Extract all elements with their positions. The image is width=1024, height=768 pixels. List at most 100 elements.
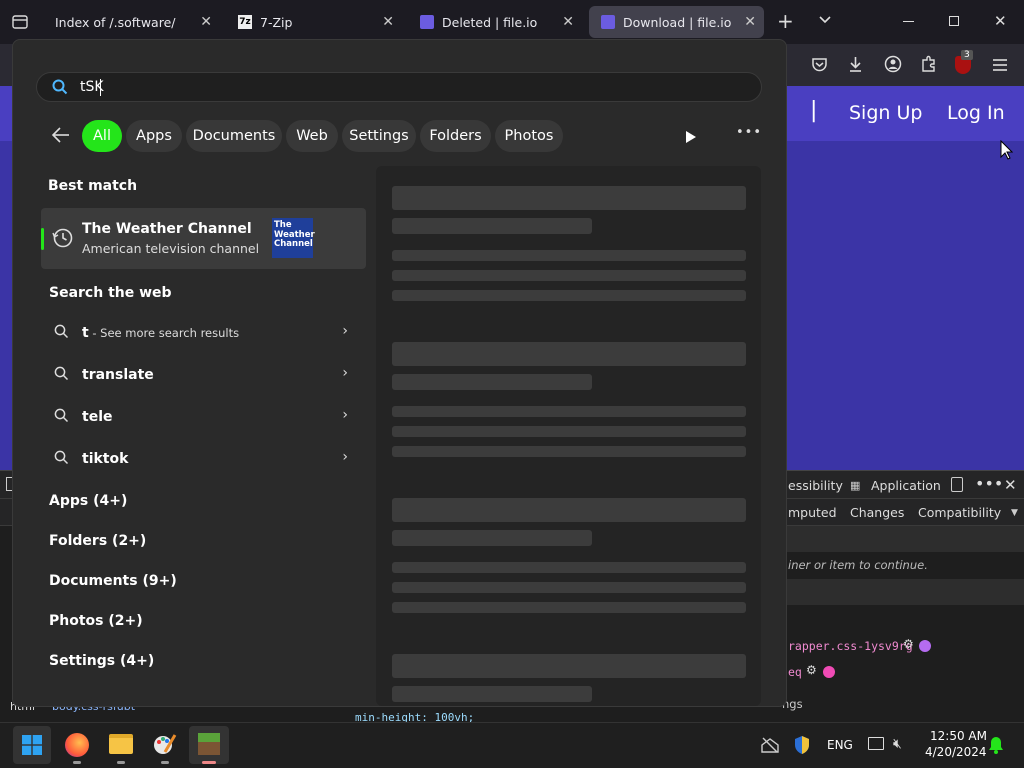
tab-download-fileio[interactable]: Download | file.io ✕	[589, 6, 764, 38]
close-window-icon[interactable]: ✕	[994, 12, 1007, 30]
skeleton-bar	[392, 582, 746, 593]
devtools-tab-application[interactable]: Application	[871, 478, 941, 493]
devtools-hint: iner or item to continue.	[788, 558, 928, 572]
clock-time[interactable]: 12:50 AM	[930, 729, 987, 743]
category-documents[interactable]: Documents (9+)	[49, 573, 177, 589]
7zip-favicon-icon: 7z	[238, 15, 252, 29]
gear-icon[interactable]: ⚙	[903, 637, 914, 651]
back-arrow-icon[interactable]	[51, 126, 71, 148]
browser-tab-bar: Index of /.software/ ✕ 7z 7-Zip ✕ Delete…	[0, 0, 1024, 44]
fileio-favicon-icon	[420, 15, 434, 29]
filter-label: All	[93, 128, 111, 144]
tab-title: 7-Zip	[260, 14, 293, 30]
pocket-icon[interactable]	[811, 56, 828, 77]
minecraft-app-button[interactable]	[189, 726, 229, 764]
skeleton-bar	[392, 446, 746, 457]
search-box[interactable]: tSK	[36, 72, 762, 102]
subtab-dropdown-icon[interactable]: ▼	[1011, 508, 1018, 518]
skeleton-bar	[392, 218, 592, 234]
login-link[interactable]: Log In	[947, 102, 1005, 124]
windows-taskbar: ENG 🔇︎ 12:50 AM 4/20/2024	[0, 722, 1024, 768]
filter-folders[interactable]: Folders	[420, 120, 491, 152]
file-explorer-icon[interactable]	[109, 734, 133, 754]
dock-icon[interactable]	[951, 477, 963, 492]
extensions-icon[interactable]	[920, 55, 937, 77]
mouse-cursor-icon	[1000, 139, 1014, 164]
skeleton-bar	[392, 426, 746, 437]
chevron-right-icon: ›	[342, 365, 348, 381]
filter-web[interactable]: Web	[286, 120, 338, 152]
tab-7zip[interactable]: 7z 7-Zip ✕	[226, 6, 402, 38]
category-apps[interactable]: Apps (4+)	[49, 493, 127, 509]
more-options-icon[interactable]: •••	[975, 474, 1003, 493]
tab-index-software[interactable]: Index of /.software/ ✕	[40, 6, 220, 38]
tab-list-icon[interactable]	[11, 13, 29, 35]
grid-badge-icon[interactable]	[823, 666, 835, 678]
category-photos[interactable]: Photos (2+)	[49, 613, 143, 629]
flex-badge-icon[interactable]	[919, 640, 931, 652]
text-caret	[100, 79, 101, 96]
firefox-icon[interactable]	[65, 733, 89, 757]
subtab-changes[interactable]: Changes	[850, 505, 904, 520]
fileio-favicon-icon	[601, 15, 615, 29]
account-icon[interactable]	[884, 55, 902, 77]
hamburger-menu-icon[interactable]	[992, 57, 1008, 76]
filter-documents[interactable]: Documents	[186, 120, 282, 152]
language-indicator[interactable]: ENG	[827, 738, 853, 752]
filter-label: Web	[296, 128, 328, 144]
search-web-heading: Search the web	[49, 285, 172, 301]
subtab-compatibility[interactable]: Compatibility	[918, 505, 1001, 520]
start-button[interactable]	[13, 726, 51, 764]
tab-deleted-fileio[interactable]: Deleted | file.io ✕	[408, 6, 582, 38]
close-icon[interactable]: ✕	[562, 14, 574, 30]
web-suggestion-tiktok[interactable]: tiktok ›	[40, 440, 360, 480]
nav-separator: |	[810, 98, 818, 123]
category-settings[interactable]: Settings (4+)	[49, 653, 154, 669]
filter-photos[interactable]: Photos	[495, 120, 563, 152]
web-suggestion-see-more[interactable]: t - See more search results ›	[40, 314, 360, 354]
filter-settings[interactable]: Settings	[342, 120, 416, 152]
restore-icon[interactable]	[949, 16, 959, 26]
suggestion-term: tele	[82, 409, 113, 425]
skeleton-bar	[392, 530, 592, 546]
filter-apps[interactable]: Apps	[126, 120, 182, 152]
web-suggestion-tele[interactable]: tele ›	[40, 398, 360, 438]
display-icon[interactable]	[868, 737, 884, 750]
best-match-result[interactable]: The Weather Channel American television …	[41, 208, 366, 269]
subtab-computed[interactable]: mputed	[788, 505, 837, 520]
security-shield-icon[interactable]	[793, 735, 811, 759]
chevron-down-icon[interactable]	[817, 12, 833, 32]
code-selector-1[interactable]: rapper.css-1ysv9rg	[788, 639, 913, 653]
filter-all[interactable]: All	[82, 120, 122, 152]
application-grid-icon: ▦	[850, 479, 861, 492]
notification-bell-icon[interactable]	[988, 736, 1004, 758]
web-suggestion-translate[interactable]: translate ›	[40, 356, 360, 396]
network-off-icon[interactable]	[761, 737, 779, 757]
running-indicator	[73, 761, 81, 764]
minimize-icon[interactable]	[903, 21, 914, 22]
tab-title: Download | file.io	[623, 14, 732, 30]
clock-date[interactable]: 4/20/2024	[925, 745, 987, 759]
search-icon	[54, 324, 69, 343]
download-icon[interactable]	[847, 55, 864, 77]
skeleton-bar	[392, 270, 746, 281]
devtools-tab-accessibility[interactable]: essibility	[788, 478, 843, 493]
code-selector-2[interactable]: eq	[788, 665, 802, 679]
skeleton-bar	[392, 602, 746, 613]
signup-link[interactable]: Sign Up	[849, 102, 922, 124]
more-options-icon[interactable]: •••	[736, 125, 762, 140]
filter-label: Apps	[136, 128, 172, 144]
new-tab-plus-icon[interactable]: +	[777, 9, 794, 33]
paint-icon[interactable]	[153, 732, 177, 760]
speaker-muted-icon[interactable]: 🔇︎	[893, 736, 902, 752]
close-devtools-icon[interactable]: ✕	[1004, 476, 1017, 494]
running-indicator	[161, 761, 169, 764]
category-folders[interactable]: Folders (2+)	[49, 533, 146, 549]
close-icon[interactable]: ✕	[382, 14, 394, 30]
close-icon[interactable]: ✕	[744, 14, 756, 30]
suggestion-term: translate	[82, 367, 154, 383]
skeleton-bar	[392, 406, 746, 417]
close-icon[interactable]: ✕	[200, 14, 212, 30]
play-icon[interactable]	[685, 129, 697, 148]
gear-icon[interactable]: ⚙	[806, 663, 817, 677]
